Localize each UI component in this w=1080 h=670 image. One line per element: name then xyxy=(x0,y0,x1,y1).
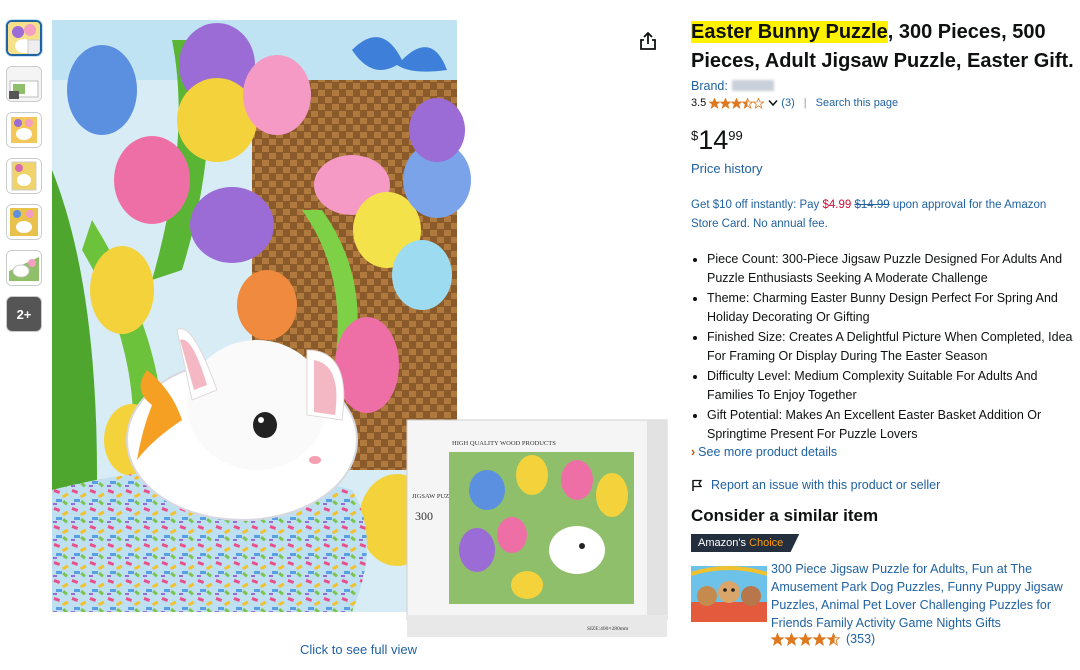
promo-text-1: Get $10 off instantly: Pay xyxy=(691,199,823,211)
similar-rating-count[interactable]: (353) xyxy=(846,632,875,646)
thumbnail-3[interactable] xyxy=(6,112,42,148)
chevron-down-icon[interactable] xyxy=(768,99,778,107)
price-history-link[interactable]: Price history xyxy=(691,161,1080,176)
title-line2: Pieces, Adult Jigsaw Puzzle, Easter Gift… xyxy=(691,50,1074,72)
similar-item[interactable]: 300 Piece Jigsaw Puzzle for Adults, Fun … xyxy=(691,560,1080,646)
title-highlight: Easter Bunny Puzzle xyxy=(691,21,888,43)
rating-count-link[interactable]: (3) xyxy=(781,97,794,109)
report-issue-link[interactable]: Report an issue with this product or sel… xyxy=(691,478,1080,492)
bullet-item: Finished Size: Creates A Delightful Pict… xyxy=(707,328,1080,365)
bullet-item: Difficulty Level: Medium Complexity Suit… xyxy=(707,367,1080,404)
star-rating-icon[interactable] xyxy=(709,97,765,109)
thumbnail-5[interactable] xyxy=(6,204,42,240)
thumbnail-strip: 2+ xyxy=(6,20,44,342)
box-size-text: SIZE:400×280mm xyxy=(587,626,629,632)
similar-heading: Consider a similar item xyxy=(691,506,879,525)
promo-pay-price: $4.99 xyxy=(822,199,852,211)
price: $14 99 xyxy=(691,125,1080,155)
brand-link[interactable]: Brand: xyxy=(691,79,1080,93)
bullet-item: Gift Potential: Makes An Excellent Easte… xyxy=(707,406,1080,443)
full-view-link[interactable]: Click to see full view xyxy=(300,642,417,657)
box-top-text: HIGH QUALITY WOOD PRODUCTS xyxy=(452,440,556,447)
rating-row: 3.5 (3) | Search this page xyxy=(691,97,1080,109)
more-images-button[interactable]: 2+ xyxy=(6,296,42,332)
price-fraction: 99 xyxy=(728,128,743,143)
feature-bullets: Piece Count: 300-Piece Jigsaw Puzzle Des… xyxy=(691,250,1080,443)
chevron-right-icon: › xyxy=(691,445,696,459)
price-whole: 14 xyxy=(698,125,729,155)
bullet-item: Piece Count: 300-Piece Jigsaw Puzzle Des… xyxy=(707,250,1080,287)
promo-strike-price: $14.99 xyxy=(854,199,890,211)
promo-text-3: Store Card. No annual fee. xyxy=(691,218,828,230)
product-info: Easter Bunny Puzzle, 300 Pieces, 500 Pie… xyxy=(691,18,1080,646)
brand-label: Brand: xyxy=(691,79,728,93)
thumbnail-4[interactable] xyxy=(6,158,42,194)
amazons-choice-badge: Amazon's Choice xyxy=(691,534,800,552)
brand-name-redacted xyxy=(731,80,774,91)
store-card-promo[interactable]: Get $10 off instantly: Pay $4.99 $14.99 … xyxy=(691,196,1080,234)
bullet-item: Theme: Charming Easter Bunny Design Perf… xyxy=(707,289,1080,326)
divider: | xyxy=(803,97,807,109)
main-product-image[interactable]: HIGH QUALITY WOOD PRODUCTS JIGSAW PUZZLE… xyxy=(52,20,668,640)
similar-item-image[interactable] xyxy=(691,566,767,622)
similar-rating-row: (353) xyxy=(771,632,1063,646)
share-icon[interactable] xyxy=(637,30,659,52)
similar-item-title[interactable]: 300 Piece Jigsaw Puzzle for Adults, Fun … xyxy=(771,560,1063,632)
thumbnail-6[interactable] xyxy=(6,250,42,286)
search-this-page-link[interactable]: Search this page xyxy=(816,97,899,109)
product-title: Easter Bunny Puzzle, 300 Pieces, 500 Pie… xyxy=(691,18,1080,76)
flag-icon xyxy=(692,479,703,491)
thumbnail-2[interactable] xyxy=(6,66,42,102)
rating-value: 3.5 xyxy=(691,97,707,109)
price-symbol: $ xyxy=(691,128,699,143)
promo-text-2: upon approval for the Amazon xyxy=(889,199,1047,211)
see-more-details-link[interactable]: › See more product details xyxy=(691,445,1080,459)
title-line1-rest: , 300 Pieces, 500 xyxy=(887,21,1046,43)
box-count-text: 300 xyxy=(415,509,433,523)
star-rating-icon[interactable] xyxy=(771,632,843,646)
thumbnail-1[interactable] xyxy=(6,20,42,56)
